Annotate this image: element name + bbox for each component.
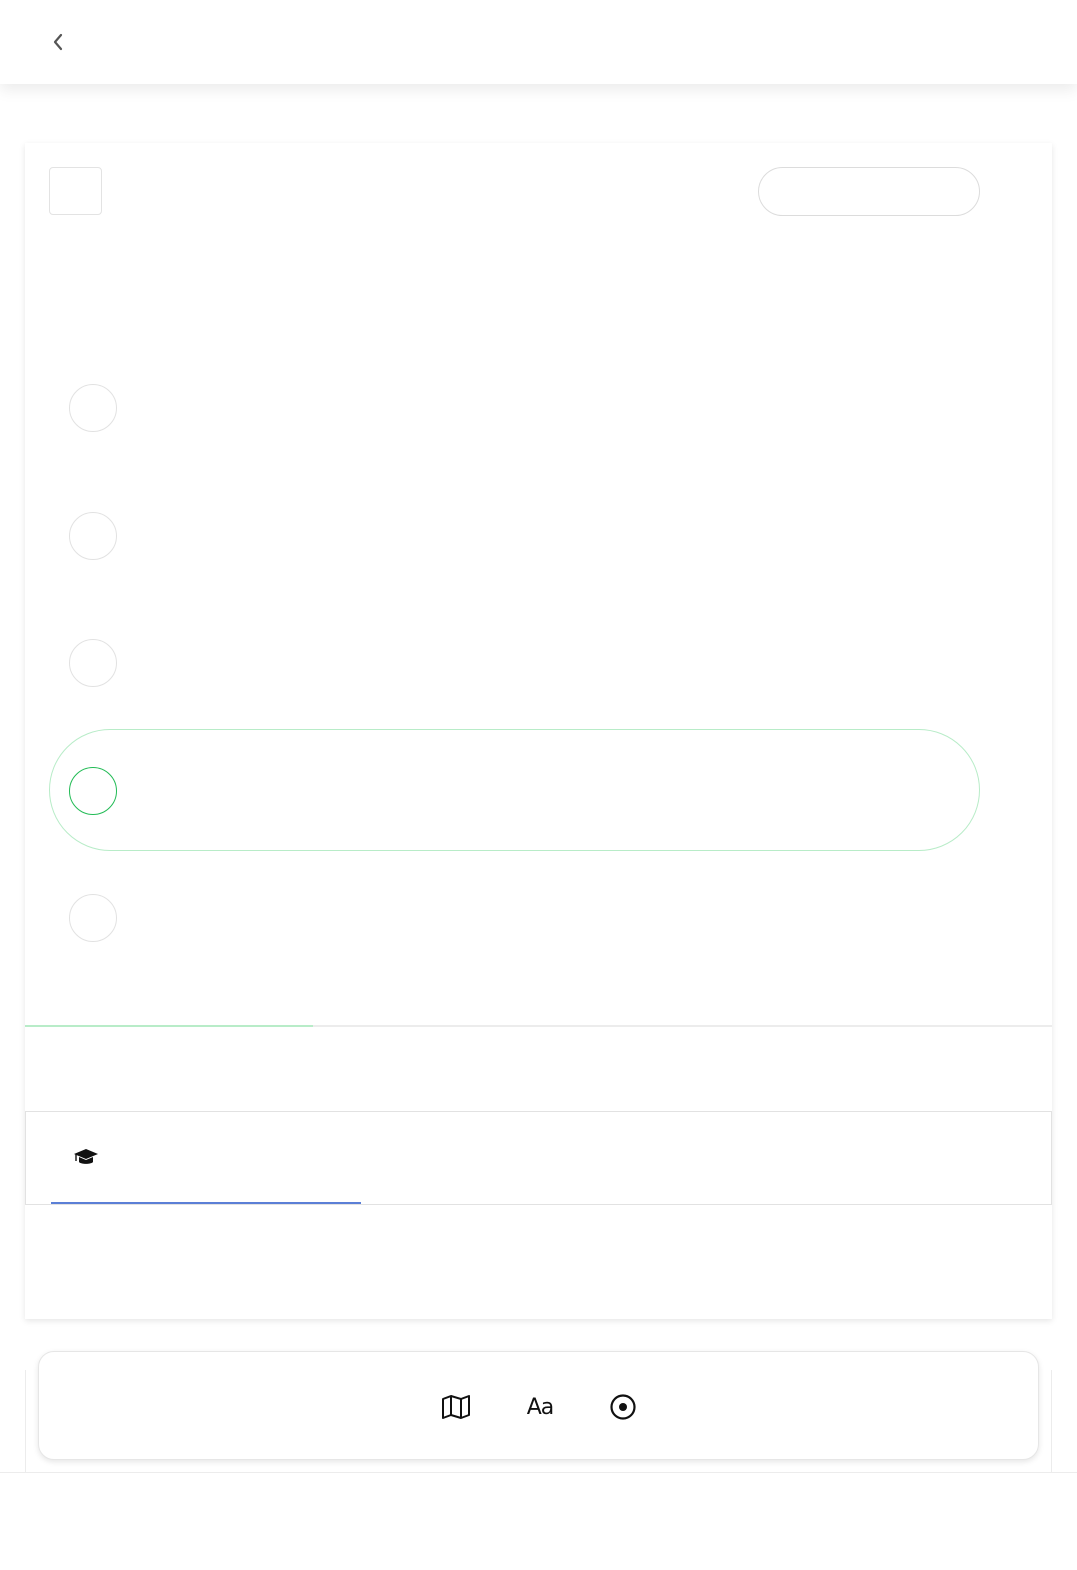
radio-button[interactable] — [69, 639, 117, 687]
progress-bar — [25, 1025, 1052, 1027]
font-size-button[interactable]: Aa — [522, 1389, 558, 1425]
radio-button[interactable] — [69, 767, 117, 815]
chevron-left-icon — [53, 33, 63, 51]
answer-option-3[interactable] — [49, 601, 980, 723]
radio-button[interactable] — [69, 512, 117, 560]
top-bar — [0, 0, 1077, 84]
radio-button[interactable] — [69, 894, 117, 942]
progress-fill — [25, 1025, 313, 1027]
flag-checkbox[interactable] — [49, 167, 102, 215]
bottom-toolbar: Aa — [38, 1351, 1039, 1460]
back-button[interactable] — [40, 24, 76, 60]
footer-divider — [0, 1472, 1077, 1473]
divider — [25, 1370, 26, 1472]
target-icon — [610, 1394, 636, 1420]
map-button[interactable] — [438, 1389, 474, 1425]
question-card — [25, 143, 1052, 1319]
answer-option-2[interactable] — [49, 474, 980, 596]
target-button[interactable] — [605, 1389, 641, 1425]
answer-option-5[interactable] — [49, 856, 980, 978]
graduation-cap-icon — [73, 1146, 99, 1173]
pill-button[interactable] — [758, 167, 980, 216]
map-icon — [442, 1395, 470, 1419]
divider — [1051, 1370, 1052, 1472]
tab-learn[interactable] — [51, 1112, 361, 1204]
tabs-strip — [25, 1111, 1052, 1205]
answer-option-1[interactable] — [49, 346, 980, 468]
font-size-icon: Aa — [526, 1394, 555, 1420]
answer-option-4-selected[interactable] — [49, 729, 980, 851]
radio-button[interactable] — [69, 384, 117, 432]
